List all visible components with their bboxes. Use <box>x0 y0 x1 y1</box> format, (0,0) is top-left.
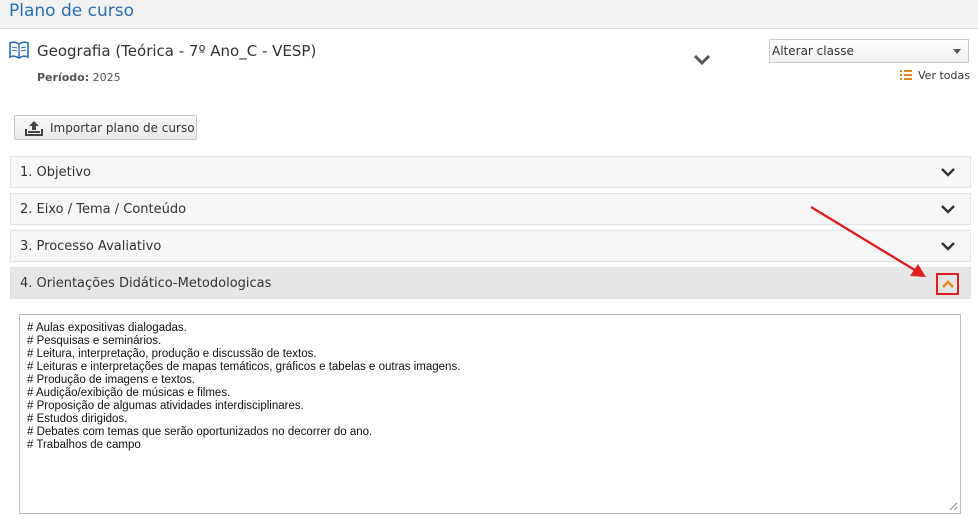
view-all-label: Ver todas <box>918 69 970 82</box>
chevron-up-icon <box>942 280 954 288</box>
book-icon <box>9 41 29 59</box>
course-expand-chevron-icon[interactable] <box>692 53 712 67</box>
orientacoes-textarea[interactable]: # Aulas expositivas dialogadas. # Pesquis… <box>19 314 961 514</box>
content-line: # Produção de imagens e textos. <box>27 374 196 386</box>
import-button-label: Importar plano de curso <box>50 121 195 135</box>
list-icon <box>900 70 912 80</box>
course-info: Geografia (Teórica - 7º Ano_C - VESP) Pe… <box>0 29 978 109</box>
section-label: 3. Processo Avaliativo <box>20 239 162 254</box>
change-class-selected: Alterar classe <box>772 44 854 58</box>
content-line: # Aulas expositivas dialogadas. <box>27 322 187 334</box>
content-line: # Trabalhos de campo <box>27 439 141 451</box>
resize-grip-icon[interactable] <box>948 501 958 511</box>
page-header: Plano de curso <box>0 0 978 29</box>
upload-icon <box>25 121 43 136</box>
content-line: # Leitura, interpretação, produção e dis… <box>27 348 317 360</box>
chevron-down-icon[interactable] <box>940 167 956 178</box>
section-objetivo[interactable]: 1. Objetivo <box>10 156 971 188</box>
section-eixo-tema-conteudo[interactable]: 2. Eixo / Tema / Conteúdo <box>10 193 971 225</box>
chevron-down-icon[interactable] <box>940 204 956 215</box>
section-label: 4. Orientações Didático-Metodologicas <box>20 276 272 291</box>
course-title: Geografia (Teórica - 7º Ano_C - VESP) <box>37 42 317 60</box>
orientacoes-text: # Aulas expositivas dialogadas. # Pesquis… <box>27 322 460 452</box>
content-line: # Estudos dirigidos. <box>27 413 128 425</box>
section-processo-avaliativo[interactable]: 3. Processo Avaliativo <box>10 230 971 262</box>
content-line: # Leituras e interpretações de mapas tem… <box>27 361 461 373</box>
view-all-link[interactable]: Ver todas <box>900 69 970 82</box>
collapse-section-button[interactable] <box>936 273 959 295</box>
dropdown-arrow-icon <box>953 49 961 54</box>
page-title: Plano de curso <box>9 1 134 21</box>
content-line: # Debates com temas que serão oportuniza… <box>27 426 373 438</box>
chevron-down-icon[interactable] <box>940 241 956 252</box>
content-line: # Proposição de algumas atividades inter… <box>27 400 304 412</box>
period-value: 2025 <box>92 71 121 84</box>
change-class-select[interactable]: Alterar classe <box>769 39 969 63</box>
course-period: Período: 2025 <box>37 71 121 84</box>
period-label: Período: <box>37 71 90 84</box>
section-label: 1. Objetivo <box>20 165 91 180</box>
section-orientacoes-didatico-metodologicas[interactable]: 4. Orientações Didático-Metodologicas <box>10 267 971 299</box>
section-label: 2. Eixo / Tema / Conteúdo <box>20 202 187 217</box>
content-line: # Pesquisas e seminários. <box>27 335 162 347</box>
content-line: # Audição/exibição de músicas e filmes. <box>27 387 231 399</box>
import-course-plan-button[interactable]: Importar plano de curso <box>14 115 197 140</box>
